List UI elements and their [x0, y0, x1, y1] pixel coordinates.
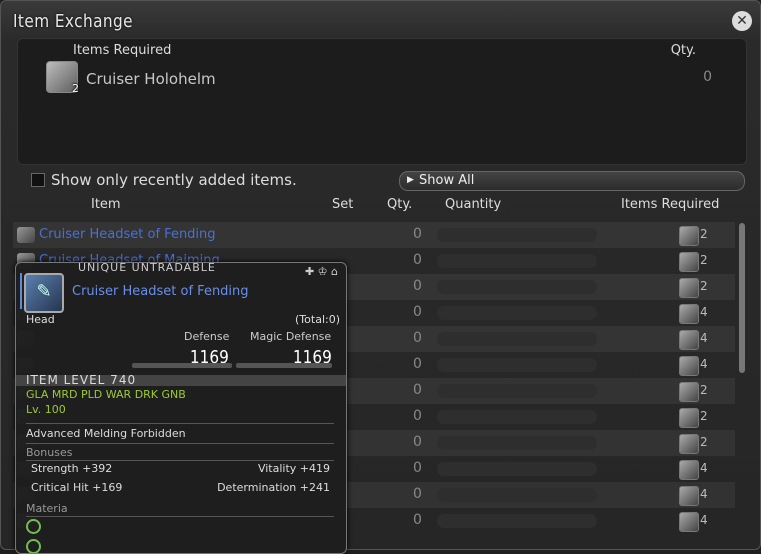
tag-icons: ✚ ♔ ⌂ [304, 265, 338, 278]
divider [26, 423, 334, 424]
body-armor-icon [679, 304, 699, 324]
recent-items-label[interactable]: Show only recently added items. [51, 171, 297, 189]
required-count: 2 [700, 253, 708, 267]
required-count: 2 [700, 279, 708, 293]
body-armor-icon [679, 356, 699, 376]
required-count: 4 [700, 331, 708, 345]
quantity-stepper[interactable] [437, 436, 597, 450]
equip-slot: Head [26, 313, 55, 326]
items-required-header: Items Required [73, 43, 172, 58]
item-qty: 0 [413, 278, 422, 294]
legs-icon [679, 486, 699, 506]
required-count: 4 [700, 305, 708, 319]
qty-header: Qty. [670, 43, 696, 58]
required-count: 4 [700, 357, 708, 371]
headset-icon [17, 227, 35, 243]
materia-label: Materia [26, 502, 68, 515]
required-count: 2 [700, 227, 708, 241]
column-qty[interactable]: Qty. [387, 197, 412, 212]
materia-slot-icon [26, 539, 41, 553]
column-set[interactable]: Set [332, 197, 353, 212]
item-tooltip: UNIQUE UNTRADABLE ✚ ♔ ⌂ ✎ Cruiser Headse… [15, 262, 347, 554]
headset-icon: ✎ [24, 273, 64, 313]
item-qty: 0 [413, 486, 422, 502]
quantity-stepper[interactable] [437, 280, 597, 294]
close-icon[interactable]: ✕ [732, 11, 752, 31]
gloves-icon [679, 408, 699, 428]
helm-icon [679, 252, 699, 272]
quantity-stepper[interactable] [437, 358, 597, 372]
bonus-vitality: Vitality +419 [257, 462, 330, 475]
item-qty: 0 [413, 512, 422, 528]
helm-icon [679, 226, 699, 246]
job-list: GLA MRD PLD WAR DRK GNB [26, 388, 186, 401]
triangle-right-icon: ▶ [407, 175, 414, 185]
bonus-strength: Strength +392 [31, 462, 113, 475]
legs-icon [679, 512, 699, 532]
item-qty: 0 [413, 382, 422, 398]
item-qty: 0 [413, 408, 422, 424]
required-count: 4 [700, 487, 708, 501]
defense-bar [132, 363, 232, 368]
magic-defense-bar [236, 363, 332, 368]
materia-slot-icon [26, 519, 41, 534]
bonus-critical-hit: Critical Hit +169 [31, 481, 123, 494]
item-qty: 0 [413, 252, 422, 268]
required-count: 2 [700, 383, 708, 397]
required-count: 4 [700, 513, 708, 527]
required-item-name: Cruiser Holohelm [86, 70, 216, 88]
quantity-stepper[interactable] [437, 514, 597, 528]
show-all-label: Show All [419, 173, 475, 188]
helm-icon [679, 278, 699, 298]
window-title: Item Exchange [13, 11, 133, 32]
required-level: Lv. 100 [26, 403, 66, 416]
helm-icon[interactable]: 2 [46, 61, 79, 95]
divider [26, 516, 334, 517]
item-qty: 0 [413, 434, 422, 450]
quantity-stepper[interactable] [437, 332, 597, 346]
column-items-required[interactable]: Items Required [621, 197, 719, 212]
bonus-determination: Determination +241 [217, 481, 330, 494]
item-qty: 0 [413, 460, 422, 476]
magic-defense-label: Magic Defense [250, 330, 332, 343]
recent-items-checkbox[interactable] [31, 173, 45, 187]
item-count: 2 [72, 82, 79, 95]
divider [26, 460, 334, 461]
required-item-qty: 0 [703, 69, 712, 85]
item-level: ITEM LEVEL 740 [26, 373, 137, 387]
list-scrollbar[interactable] [739, 223, 745, 373]
bonuses-label: Bonuses [26, 446, 73, 459]
item-tags: UNIQUE UNTRADABLE [78, 262, 216, 274]
quantity-stepper[interactable] [437, 254, 597, 268]
total-count: (Total:0) [295, 313, 340, 326]
quantity-stepper[interactable] [437, 228, 597, 242]
required-count: 2 [700, 409, 708, 423]
quantity-stepper[interactable] [437, 462, 597, 476]
body-armor-icon [679, 330, 699, 350]
list-item[interactable]: Cruiser Headset of Fending 0 2 [13, 222, 735, 248]
selection-accent [20, 273, 22, 309]
items-required-panel: Items Required Qty. 2 Cruiser Holohelm 0 [17, 38, 747, 165]
quantity-stepper[interactable] [437, 306, 597, 320]
item-qty: 0 [413, 304, 422, 320]
show-all-button[interactable]: ▶ Show All [399, 171, 745, 191]
column-quantity[interactable]: Quantity [445, 197, 501, 212]
defense-label: Defense [184, 330, 230, 343]
item-qty: 0 [413, 226, 422, 242]
gloves-icon [679, 382, 699, 402]
column-item[interactable]: Item [91, 197, 121, 212]
item-qty: 0 [413, 356, 422, 372]
quantity-stepper[interactable] [437, 488, 597, 502]
quantity-stepper[interactable] [437, 410, 597, 424]
required-count: 2 [700, 435, 708, 449]
required-count: 4 [700, 461, 708, 475]
item-name[interactable]: Cruiser Headset of Fending [39, 227, 216, 242]
melding-note: Advanced Melding Forbidden [26, 427, 186, 440]
quantity-stepper[interactable] [437, 384, 597, 398]
legs-icon [679, 460, 699, 480]
gloves-icon [679, 434, 699, 454]
tooltip-item-name: Cruiser Headset of Fending [72, 284, 249, 299]
item-qty: 0 [413, 330, 422, 346]
divider [26, 443, 334, 444]
